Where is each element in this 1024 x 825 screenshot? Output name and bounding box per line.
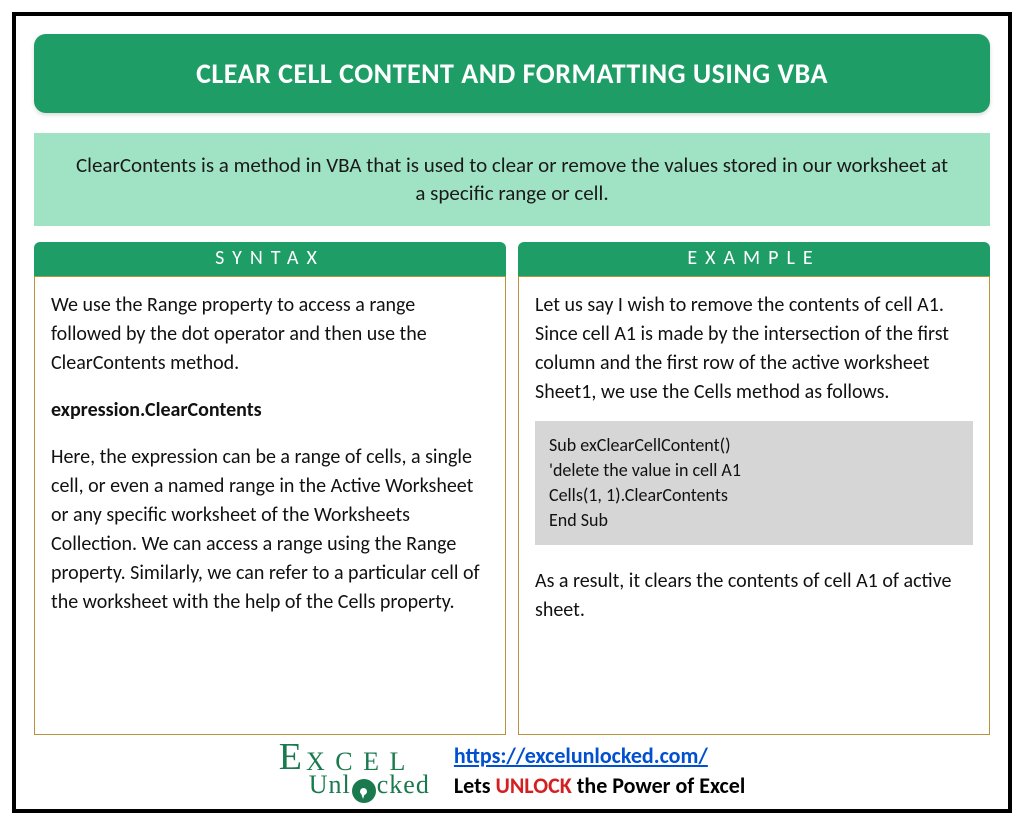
example-header: EXAMPLE [518, 242, 990, 276]
intro-description: ClearContents is a method in VBA that is… [34, 133, 990, 226]
example-intro-text: Let us say I wish to remove the contents… [535, 291, 973, 407]
example-result-text: As a result, it clears the contents of c… [535, 567, 973, 625]
example-column: EXAMPLE Let us say I wish to remove the … [518, 242, 990, 736]
logo-text-bottom-left: Unl [309, 770, 351, 799]
syntax-column: SYNTAX We use the Range property to acce… [34, 242, 506, 736]
content-columns: SYNTAX We use the Range property to acce… [34, 242, 990, 736]
syntax-header: SYNTAX [34, 242, 506, 276]
tagline-highlight: UNLOCK [495, 772, 571, 799]
syntax-explanation: Here, the expression can be a range of c… [51, 443, 489, 617]
document-frame: CLEAR CELL CONTENT AND FORMATTING USING … [12, 12, 1012, 813]
syntax-expression: expression.ClearContents [51, 396, 489, 425]
tagline-pre: Lets [454, 772, 496, 799]
footer: EX C E L Unlcked https://excelunlocked.c… [34, 735, 990, 803]
example-code-block: Sub exClearCellContent() 'delete the val… [535, 421, 973, 546]
logo-text-bottom-right: cked [377, 770, 430, 799]
keyhole-icon [352, 779, 376, 803]
tagline-post: the Power of Excel [572, 772, 745, 799]
brand-logo: EX C E L Unlcked [279, 741, 430, 801]
example-body: Let us say I wish to remove the contents… [518, 276, 990, 736]
syntax-body: We use the Range property to access a ra… [34, 276, 506, 736]
page-title: CLEAR CELL CONTENT AND FORMATTING USING … [34, 34, 990, 113]
site-link[interactable]: https://excelunlocked.com/ [454, 742, 708, 769]
syntax-intro-text: We use the Range property to access a ra… [51, 291, 489, 378]
footer-text-block: https://excelunlocked.com/ Lets UNLOCK t… [454, 741, 745, 800]
